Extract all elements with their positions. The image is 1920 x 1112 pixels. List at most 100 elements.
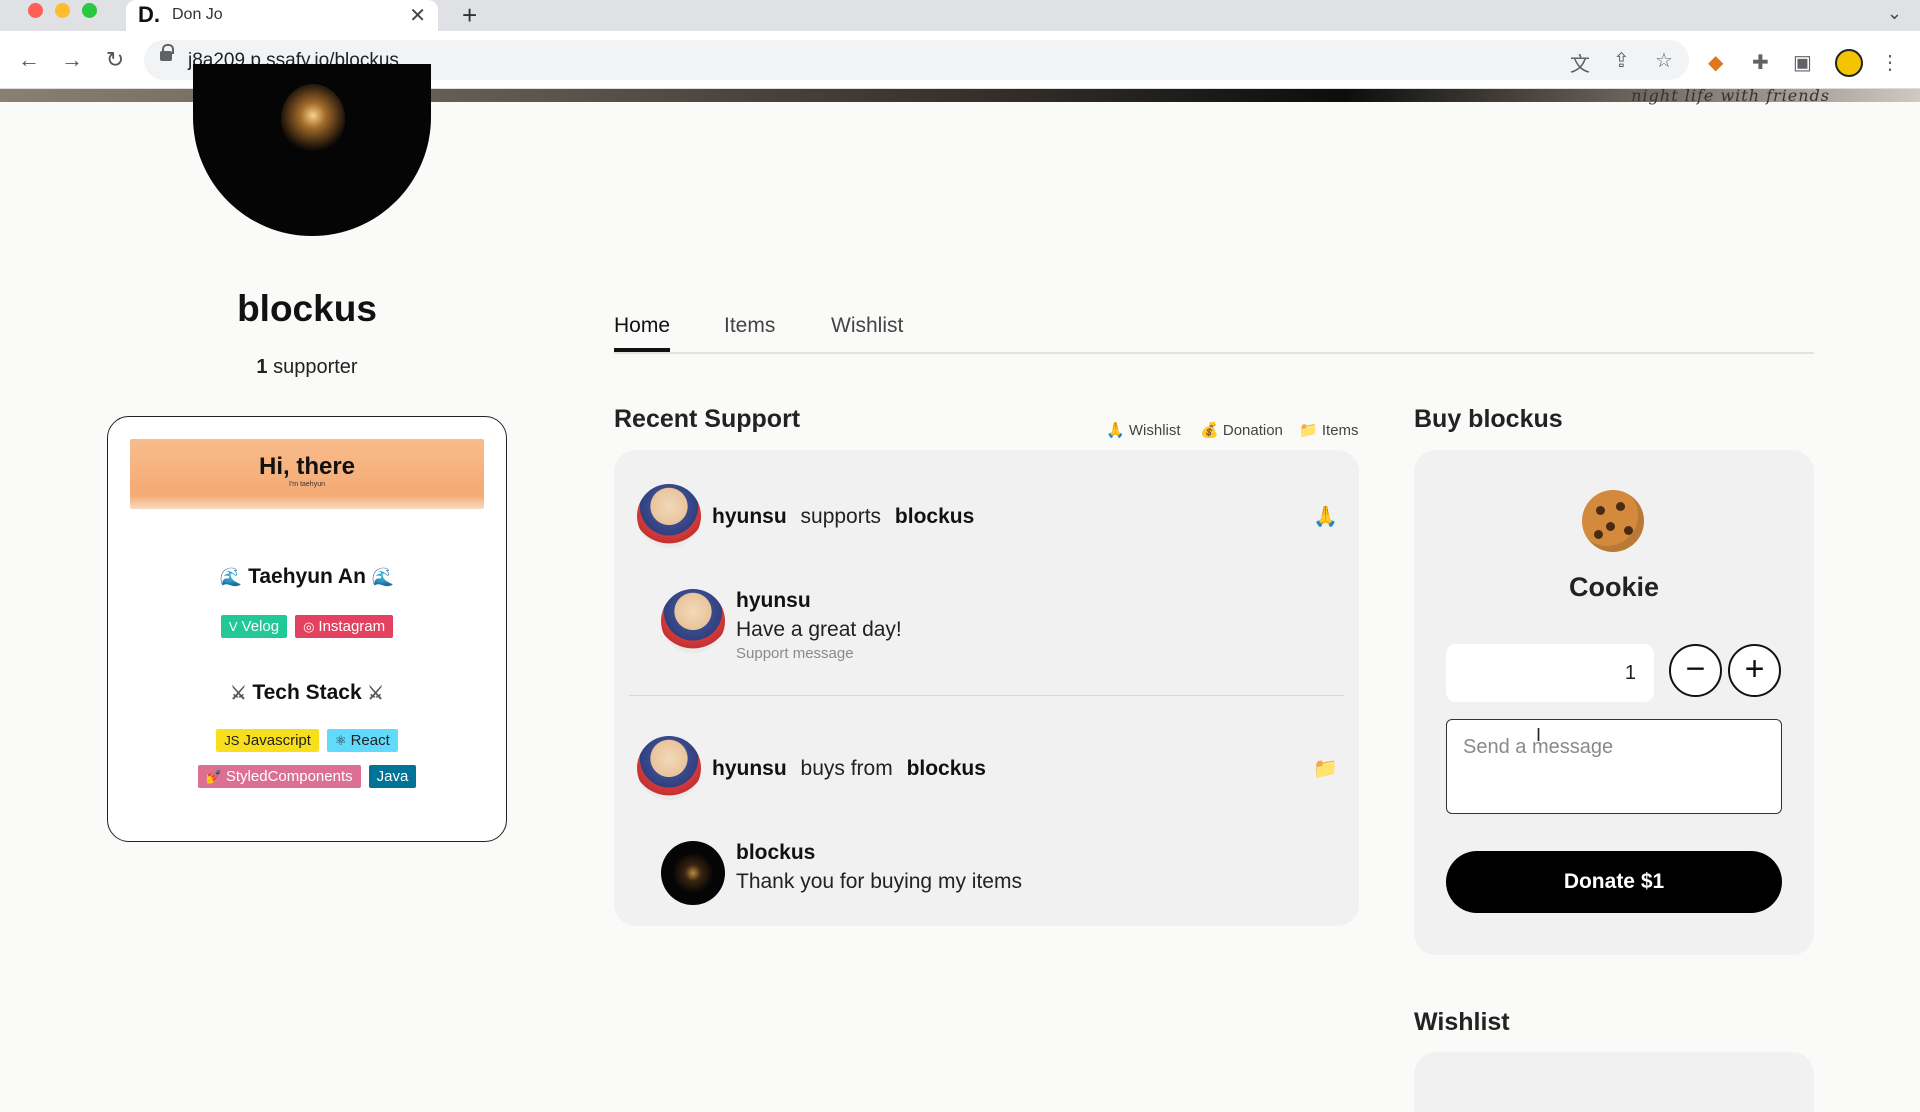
cookie-chip — [1596, 506, 1605, 515]
supporter-count-value: 1 — [256, 356, 268, 378]
close-window-button[interactable] — [28, 3, 43, 18]
cookie-chip — [1616, 502, 1625, 511]
supporter-name[interactable]: hyunsu — [712, 505, 787, 528]
text-cursor-icon: I — [1536, 725, 1542, 745]
translate-icon[interactable]: 文 — [1570, 48, 1590, 77]
browser-profile-avatar[interactable] — [1835, 49, 1863, 77]
social-links: V Velog ◎ Instagram — [108, 615, 506, 638]
nail-polish-icon: 💅 — [205, 769, 222, 784]
bookmark-star-icon[interactable]: ☆ — [1655, 48, 1673, 73]
increase-quantity-button[interactable]: + — [1728, 644, 1781, 697]
velog-badge[interactable]: V Velog — [220, 615, 288, 638]
support-entry-header: hyunsu supports blockus — [712, 505, 974, 529]
tab-home[interactable]: Home — [614, 314, 671, 352]
javascript-icon: JS — [224, 733, 240, 748]
tech-stack-title: ⚔ Tech Stack ⚔ — [108, 681, 506, 705]
banner-text: night life with friends — [1631, 86, 1830, 105]
tab-items[interactable]: Items — [724, 314, 775, 350]
avatar[interactable] — [661, 589, 725, 653]
about-name-text: Taehyun An — [248, 565, 366, 588]
buy-title: Buy blockus — [1414, 405, 1563, 433]
maximize-window-button[interactable] — [82, 3, 97, 18]
legend-items: 📁 Items — [1299, 422, 1359, 439]
instagram-icon: ◎ — [303, 619, 315, 634]
wave-icon: 🌊 — [371, 567, 395, 587]
crossed-swords-icon: ⚔ — [230, 683, 247, 703]
cookie-chip — [1594, 530, 1603, 539]
legend-wishlist: 🙏 Wishlist — [1106, 422, 1181, 439]
styled-components-badge: 💅 StyledComponents — [197, 765, 361, 788]
support-target[interactable]: blockus — [907, 757, 986, 780]
minimize-window-button[interactable] — [55, 3, 70, 18]
instagram-badge[interactable]: ◎ Instagram — [295, 615, 394, 638]
support-target[interactable]: blockus — [895, 505, 974, 528]
avatar[interactable] — [637, 484, 701, 548]
quantity-input[interactable] — [1446, 644, 1654, 702]
browser-tab-strip: D. Don Jo ✕ + ⌄ — [0, 0, 1920, 31]
reply-message: Have a great day! — [736, 618, 902, 641]
recent-support-title: Recent Support — [614, 405, 801, 433]
decrease-quantity-button[interactable]: − — [1669, 644, 1722, 697]
react-badge: ⚛ React — [326, 729, 398, 752]
reply-meta: Support message — [736, 645, 854, 662]
velog-icon: V — [228, 619, 238, 634]
profile-avatar — [193, 64, 431, 236]
folder-icon: 📁 — [1313, 758, 1338, 780]
browser-menu-icon[interactable]: ⋮ — [1880, 50, 1900, 75]
legend-donation: 💰 Donation — [1200, 422, 1283, 439]
greeting-banner: Hi, there I'm taehyun — [130, 439, 484, 509]
lock-icon — [160, 44, 174, 61]
reload-icon[interactable]: ↻ — [100, 45, 130, 75]
cookie-chip — [1624, 526, 1633, 535]
about-card: Hi, there I'm taehyun 🌊 Taehyun An 🌊 V Ve… — [107, 416, 507, 842]
react-icon: ⚛ — [334, 733, 347, 748]
praying-hands-icon: 🙏 — [1106, 422, 1125, 439]
wishlist-title: Wishlist — [1414, 1008, 1510, 1036]
profile-tabs: Home Items Wishlist — [614, 314, 1814, 354]
support-action: buys from — [800, 757, 893, 780]
tech-stack-title-text: Tech Stack — [252, 681, 362, 704]
side-panel-icon[interactable]: ▣ — [1793, 50, 1812, 75]
folder-icon: 📁 — [1299, 422, 1318, 439]
forward-arrow-icon[interactable]: → — [57, 45, 87, 75]
item-name: Cookie — [1568, 572, 1660, 602]
reply-message: Thank you for buying my items — [736, 870, 1022, 893]
tab-search-chevron-icon[interactable]: ⌄ — [1887, 3, 1902, 24]
cookie-chip — [1606, 522, 1615, 531]
tech-stack-row-2: 💅 StyledComponents Java — [108, 765, 506, 788]
greeting-title: Hi, there — [258, 453, 356, 480]
tech-stack-row-1: JS Javascript ⚛ React — [108, 729, 506, 752]
supporter-count: 1 supporter — [160, 356, 454, 379]
tab-wishlist[interactable]: Wishlist — [831, 314, 903, 350]
metamask-extension-icon[interactable]: ◆ — [1708, 50, 1723, 75]
share-icon[interactable]: ⇪ — [1613, 48, 1630, 73]
lightbulb-image — [281, 84, 345, 154]
wave-icon: 🌊 — [219, 567, 243, 587]
greeting-subtitle: I'm taehyun — [289, 481, 325, 488]
entry-divider — [629, 695, 1344, 696]
javascript-badge: JS Javascript — [216, 729, 319, 752]
site-favicon-icon: D. — [138, 2, 160, 27]
cookie-icon — [1582, 490, 1644, 552]
praying-hands-icon: 🙏 — [1313, 506, 1338, 528]
donate-button[interactable]: Donate $1 — [1446, 851, 1782, 913]
tab-title: Don Jo — [172, 6, 223, 23]
crossed-swords-icon: ⚔ — [367, 683, 384, 703]
avatar[interactable] — [661, 841, 725, 905]
message-input[interactable] — [1446, 719, 1782, 814]
extensions-puzzle-icon[interactable]: ✚ — [1752, 50, 1769, 75]
money-bag-icon: 💰 — [1200, 422, 1219, 439]
profile-username: blockus — [237, 288, 377, 329]
reply-author: blockus — [736, 841, 816, 864]
about-name: 🌊 Taehyun An 🌊 — [108, 565, 506, 589]
avatar[interactable] — [637, 736, 701, 800]
tab-close-icon[interactable]: ✕ — [409, 3, 426, 28]
wishlist-panel — [1414, 1052, 1814, 1112]
browser-tab[interactable]: D. Don Jo ✕ — [126, 0, 438, 31]
reply-author: hyunsu — [736, 589, 811, 612]
supporter-count-label: supporter — [273, 356, 358, 378]
back-arrow-icon[interactable]: ← — [14, 45, 44, 75]
new-tab-button[interactable]: + — [462, 0, 477, 31]
support-action: supports — [800, 505, 882, 528]
supporter-name[interactable]: hyunsu — [712, 757, 787, 780]
